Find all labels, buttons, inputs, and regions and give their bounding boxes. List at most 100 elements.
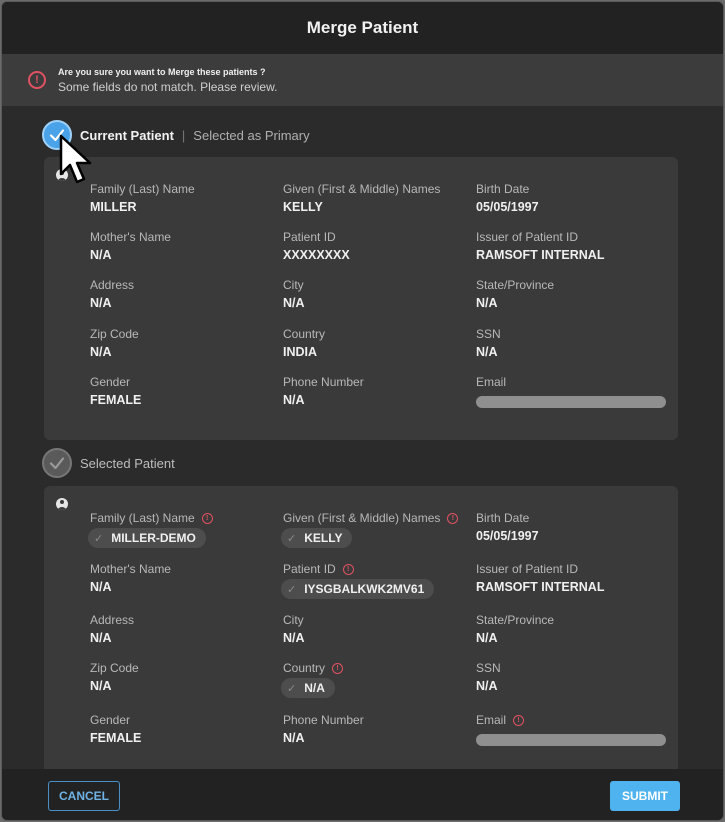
field-label: Birth Date xyxy=(476,182,530,196)
field-value: N/A xyxy=(476,345,498,359)
field-issuer: Issuer of Patient ID RAMSOFT INTERNAL xyxy=(476,229,666,262)
mismatch-alert-icon: ! xyxy=(513,714,525,726)
field-value: FEMALE xyxy=(90,731,142,745)
field-given-name: Given (First & Middle) Names ! ✓ KELLY xyxy=(281,510,473,548)
selected-patient-radio[interactable] xyxy=(42,448,72,478)
field-label: State/Province xyxy=(476,278,555,292)
field-value: N/A xyxy=(283,393,305,407)
field-label: Zip Code xyxy=(90,327,139,341)
field-family-name: Family (Last) Name ! ✓ MILLER-DEMO xyxy=(88,510,280,548)
field-value: N/A xyxy=(304,681,325,695)
field-birth-date: Birth Date 05/05/1997 xyxy=(476,181,666,214)
redacted-email-bar xyxy=(476,734,666,746)
dialog-header: Merge Patient xyxy=(2,2,723,54)
field-gender: Gender FEMALE xyxy=(90,712,280,745)
check-icon: ✓ xyxy=(287,682,297,695)
field-label: Gender xyxy=(90,713,131,727)
field-label: Country xyxy=(283,327,326,341)
field-value: N/A xyxy=(90,248,112,262)
field-city: City N/A xyxy=(283,612,473,645)
field-value: N/A xyxy=(283,296,305,310)
dialog-body[interactable]: Current Patient | Selected as Primary Fa… xyxy=(2,106,723,769)
field-label: Mother's Name xyxy=(90,230,171,244)
field-value: RAMSOFT INTERNAL xyxy=(476,580,605,594)
field-label: Mother's Name xyxy=(90,562,171,576)
field-value: MILLER-DEMO xyxy=(111,531,196,545)
mismatch-chip[interactable]: ✓ IYSGBALKWK2MV61 xyxy=(281,579,435,599)
field-label: Email xyxy=(476,375,507,389)
redacted-email-bar xyxy=(476,396,666,408)
field-value: N/A xyxy=(90,345,112,359)
field-label: SSN xyxy=(476,661,501,675)
field-value: N/A xyxy=(283,731,305,745)
field-value: 05/05/1997 xyxy=(476,529,539,543)
current-patient-card: Family (Last) Name MILLER Given (First &… xyxy=(44,157,678,440)
field-email: Email xyxy=(476,374,666,408)
selected-patient-header: Selected Patient xyxy=(42,448,175,478)
field-country: Country ! ✓ N/A xyxy=(281,660,473,698)
field-label: Given (First & Middle) Names xyxy=(283,182,441,196)
field-issuer: Issuer of Patient ID RAMSOFT INTERNAL xyxy=(476,561,666,594)
field-label: Family (Last) Name xyxy=(90,182,195,196)
field-value: KELLY xyxy=(304,531,343,545)
mismatch-alert-icon: ! xyxy=(342,563,354,575)
field-phone: Phone Number N/A xyxy=(283,712,473,745)
field-patient-id: Patient ID ! ✓ IYSGBALKWK2MV61 xyxy=(281,561,473,599)
field-label: Given (First & Middle) Names ! xyxy=(283,510,473,526)
header-divider: | xyxy=(181,127,186,143)
warning-subtitle: Some fields do not match. Please review. xyxy=(58,79,278,94)
field-value: N/A xyxy=(476,296,498,310)
field-family-name: Family (Last) Name MILLER xyxy=(90,181,280,214)
field-label: Country ! xyxy=(283,660,473,676)
field-value: 05/05/1997 xyxy=(476,200,539,214)
field-address: Address N/A xyxy=(90,277,280,310)
submit-button[interactable]: SUBMIT xyxy=(610,781,680,811)
mismatch-alert-icon: ! xyxy=(201,512,213,524)
field-value: N/A xyxy=(476,631,498,645)
field-ssn: SSN N/A xyxy=(476,660,666,693)
merge-patient-dialog: Merge Patient ! Are you sure you want to… xyxy=(1,1,724,821)
dialog-title: Merge Patient xyxy=(306,18,419,37)
field-label: Phone Number xyxy=(283,713,364,727)
field-value: KELLY xyxy=(283,200,323,214)
field-value: N/A xyxy=(90,296,112,310)
field-value: N/A xyxy=(90,631,112,645)
alert-circle-icon: ! xyxy=(28,71,46,89)
field-value: IYSGBALKWK2MV61 xyxy=(304,582,425,596)
check-icon: ✓ xyxy=(287,583,297,596)
field-birth-date: Birth Date 05/05/1997 xyxy=(476,510,666,543)
field-email: Email ! xyxy=(476,712,666,746)
field-label: Address xyxy=(90,613,135,627)
field-label: Family (Last) Name ! xyxy=(90,510,280,526)
field-state: State/Province N/A xyxy=(476,277,666,310)
mismatch-chip[interactable]: ✓ KELLY xyxy=(281,528,353,548)
field-label: Phone Number xyxy=(283,375,364,389)
mismatch-alert-icon: ! xyxy=(332,662,344,674)
field-given-name: Given (First & Middle) Names KELLY xyxy=(283,181,473,214)
mismatch-chip[interactable]: ✓ MILLER-DEMO xyxy=(88,528,206,548)
person-icon xyxy=(56,498,68,510)
selected-patient-card: Family (Last) Name ! ✓ MILLER-DEMO Given… xyxy=(44,486,678,769)
field-label: Address xyxy=(90,278,135,292)
field-value: XXXXXXXX xyxy=(283,248,350,262)
cancel-button[interactable]: CANCEL xyxy=(48,781,120,811)
field-label: State/Province xyxy=(476,613,555,627)
selected-patient-label: Selected Patient xyxy=(80,455,175,471)
field-state: State/Province N/A xyxy=(476,612,666,645)
check-icon: ✓ xyxy=(287,532,297,545)
mismatch-chip[interactable]: ✓ N/A xyxy=(281,678,335,698)
warning-title: Are you sure you want to Merge these pat… xyxy=(58,66,266,77)
dialog-footer: CANCEL SUBMIT xyxy=(2,769,723,820)
field-value: MILLER xyxy=(90,200,137,214)
field-value: N/A xyxy=(90,679,112,693)
field-label: Birth Date xyxy=(476,511,530,525)
field-value: N/A xyxy=(476,679,498,693)
check-icon xyxy=(49,457,65,470)
field-mother-name: Mother's Name N/A xyxy=(90,229,280,262)
field-country: Country INDIA xyxy=(283,326,473,359)
mouse-pointer-icon xyxy=(59,134,92,184)
field-gender: Gender FEMALE xyxy=(90,374,280,407)
check-icon: ✓ xyxy=(94,532,104,545)
field-ssn: SSN N/A xyxy=(476,326,666,359)
field-address: Address N/A xyxy=(90,612,280,645)
